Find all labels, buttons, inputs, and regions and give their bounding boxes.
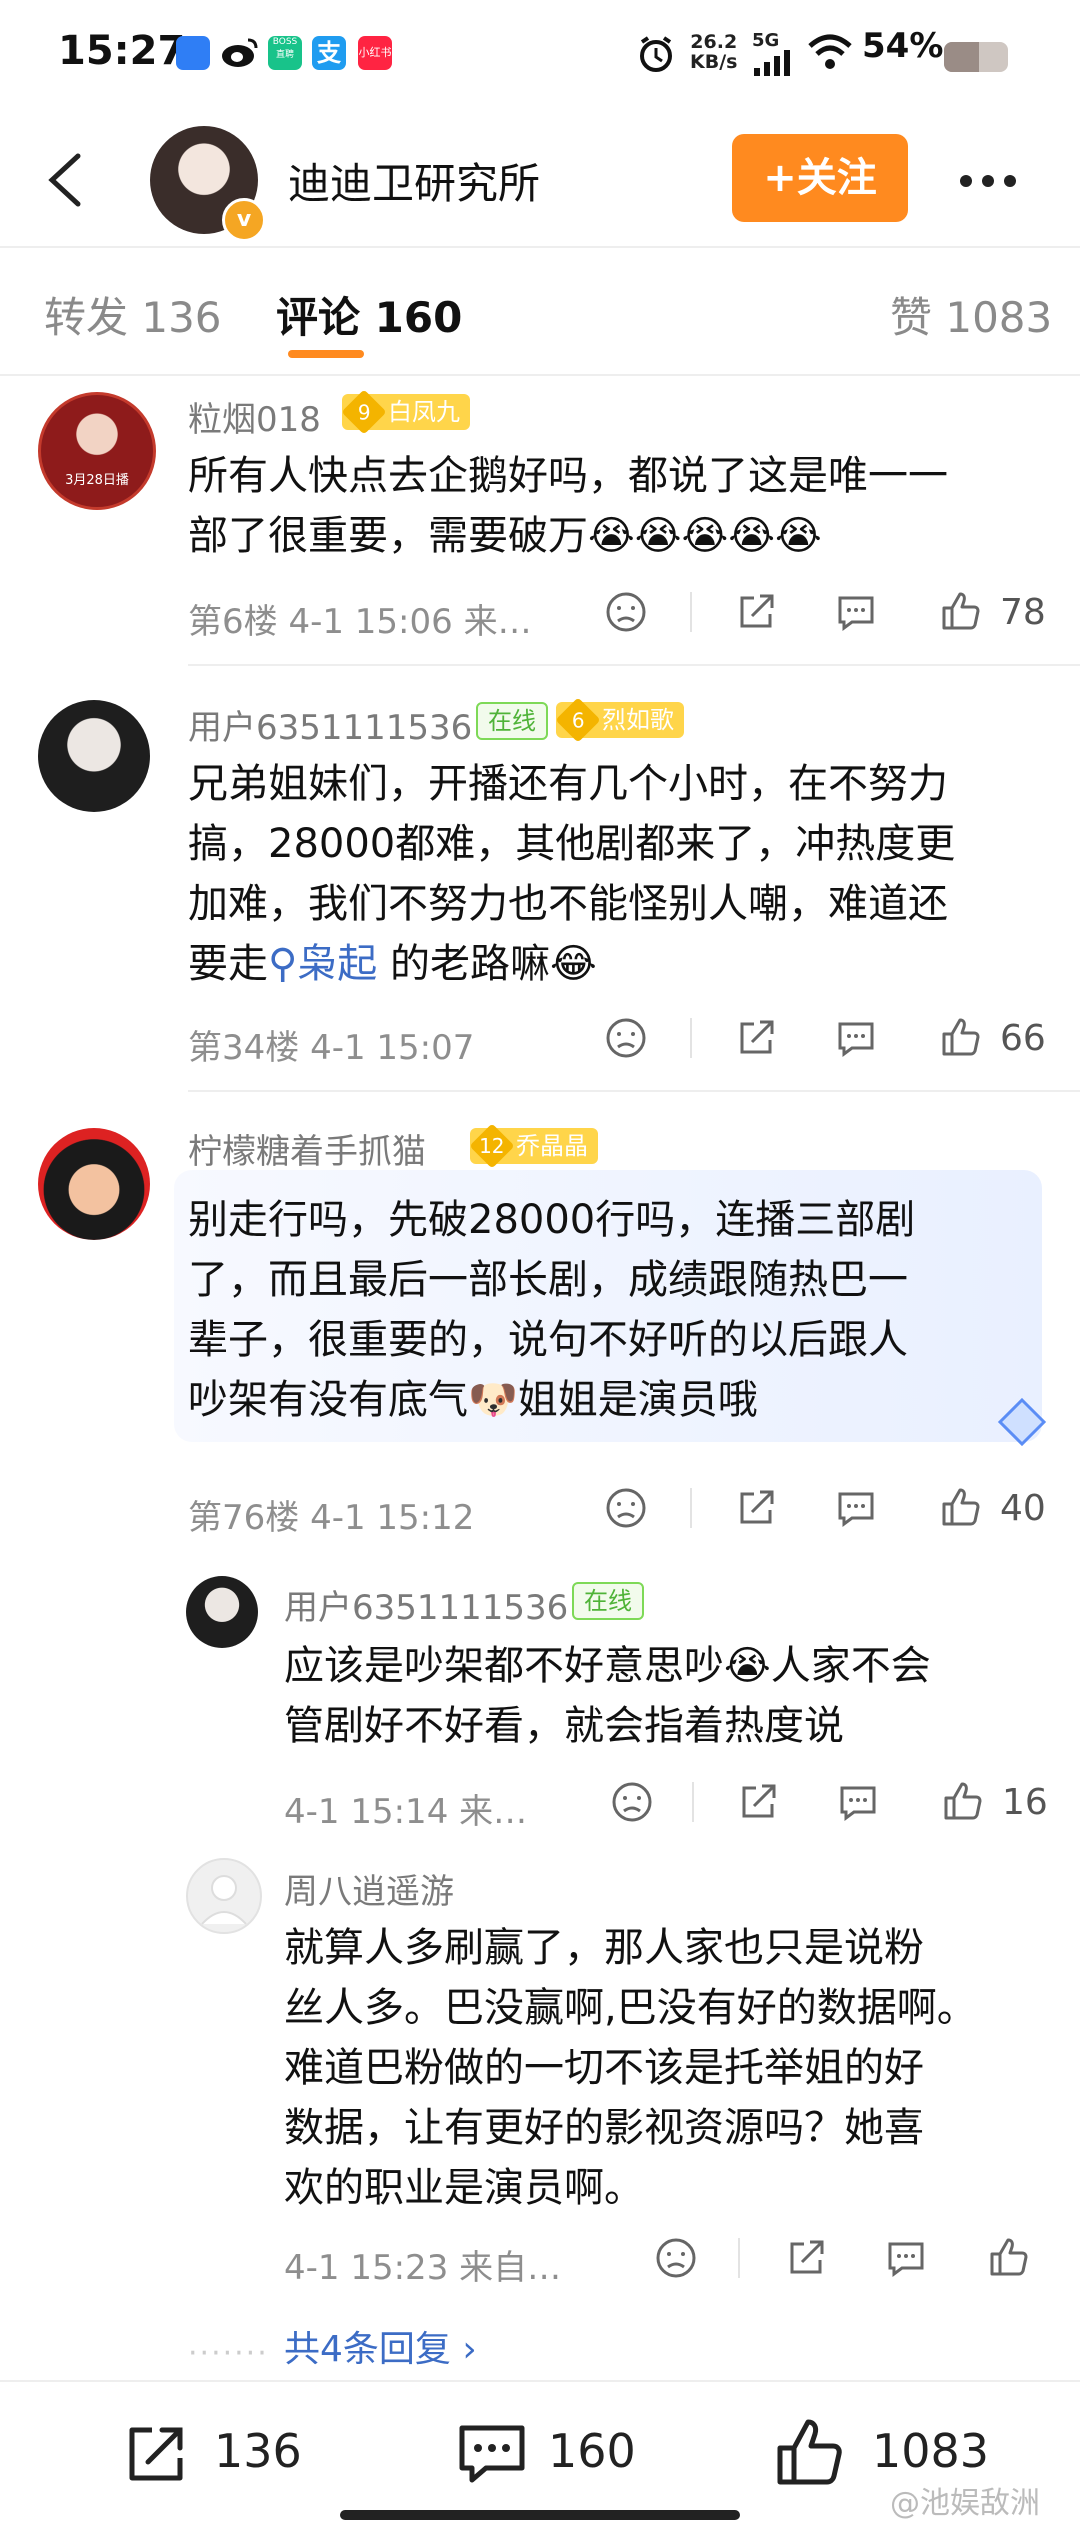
boss-zhipin-icon: BOSS 直聘 <box>268 36 302 70</box>
like-count: 16 <box>1002 1782 1048 1823</box>
comment-divider <box>188 664 1080 666</box>
reply-meta: 4-1 15:14 来… <box>284 1792 528 1832</box>
comment-username[interactable]: 柠檬糖着手抓猫 <box>188 1124 426 1173</box>
dislike-icon[interactable] <box>654 2236 698 2280</box>
battery-icon <box>944 42 1008 72</box>
view-more-replies-link[interactable]: 共4条回复 › <box>284 2320 477 2372</box>
comment-meta: 第6楼 4-1 15:06 来… <box>188 602 532 642</box>
status-time: 15:27 <box>58 28 186 74</box>
header-divider <box>0 246 1080 248</box>
like-icon[interactable] <box>938 588 982 632</box>
reply-icon[interactable] <box>834 1016 878 1060</box>
like-count: 40 <box>1000 1488 1046 1529</box>
share-icon[interactable] <box>734 1486 778 1530</box>
status-bar: 15:27 BOSS 直聘 支 小红书 26.2 KB/s 5G 54% <box>0 0 1080 110</box>
share-icon[interactable] <box>734 1016 778 1060</box>
home-indicator[interactable] <box>340 2510 740 2520</box>
comment-username[interactable]: 用户6351111536 <box>188 700 472 749</box>
share-icon[interactable] <box>736 1780 780 1824</box>
like-icon[interactable] <box>938 1014 982 1058</box>
comment-icon[interactable] <box>454 2418 530 2490</box>
like-count-total[interactable]: 1083 <box>872 2424 989 2478</box>
battery-fill <box>944 42 979 72</box>
comment-meta: 第34楼 4-1 15:07 <box>188 1028 475 1068</box>
like-icon[interactable] <box>940 1778 984 1822</box>
wifi-icon <box>806 32 854 72</box>
more-options-icon[interactable] <box>960 172 1026 191</box>
thread-line: ······· <box>188 2336 269 2371</box>
online-badge: 在线 <box>572 1582 644 1620</box>
dislike-icon[interactable] <box>604 590 648 634</box>
tab-likes[interactable]: 赞 1083 <box>890 284 1052 345</box>
action-separator <box>690 1488 692 1528</box>
repost-icon[interactable] <box>120 2418 192 2490</box>
dislike-icon[interactable] <box>604 1486 648 1530</box>
reply-avatar[interactable] <box>186 1576 258 1648</box>
fan-level-badge: 6 烈如歌 <box>555 697 684 743</box>
action-separator <box>690 1018 692 1058</box>
tab-reposts[interactable]: 转发 136 <box>44 284 222 345</box>
net-speed: 26.2 KB/s <box>690 31 738 73</box>
zhi-app-icon: 支 <box>312 36 346 70</box>
like-icon[interactable] <box>986 2234 1030 2278</box>
verified-badge-icon: v <box>222 198 266 242</box>
reply-icon[interactable] <box>834 590 878 634</box>
signal-icon <box>752 50 796 76</box>
diamond-icon <box>996 1396 1048 1448</box>
reply-username[interactable]: 用户6351111536 <box>284 1580 568 1629</box>
like-count: 66 <box>1000 1018 1046 1059</box>
box-app-icon <box>176 36 210 70</box>
account-name[interactable]: 迪迪卫研究所 <box>288 150 540 211</box>
search-icon: ⚲ <box>268 941 298 987</box>
topic-link[interactable]: ⚲枭起 <box>268 941 377 987</box>
xiaohongshu-icon: 小红书 <box>358 36 392 70</box>
tabs-divider <box>0 374 1080 376</box>
comment-text: 别走行吗，先破28000行吗，连播三部剧 了，而且最后一部长剧，成绩跟随热巴一 … <box>188 1197 916 1423</box>
reply-meta: 4-1 15:23 来自… <box>284 2248 562 2288</box>
like-icon[interactable] <box>938 1484 982 1528</box>
share-icon[interactable] <box>734 590 778 634</box>
comment-avatar[interactable] <box>38 700 150 812</box>
dislike-icon[interactable] <box>610 1780 654 1824</box>
comment-divider <box>188 1090 1080 1092</box>
reply-username[interactable]: 周八逍遥游 <box>284 1864 454 1913</box>
action-separator <box>692 1782 694 1822</box>
alarm-icon <box>636 34 676 74</box>
comment-text: 兄弟姐妹们，开播还有几个小时，在不努力 搞，28000都难，其他剧都来了，冲热度… <box>188 761 956 987</box>
comment-count[interactable]: 160 <box>548 2424 636 2478</box>
comment-meta: 第76楼 4-1 15:12 <box>188 1498 475 1538</box>
weibo-icon <box>220 34 260 70</box>
share-icon[interactable] <box>784 2236 828 2280</box>
action-separator <box>690 592 692 632</box>
active-tab-indicator <box>288 350 364 358</box>
dislike-icon[interactable] <box>604 1016 648 1060</box>
reply-text: 就算人多刷赢了，那人家也只是说粉 丝人多。巴没赢啊,巴没有好的数据啊。 难道巴粉… <box>284 1925 977 2211</box>
comment-text: 所有人快点去企鹅好吗，都说了这是唯一一 部了很重要，需要破万😭😭😭😭😭 <box>188 453 948 559</box>
online-badge: 在线 <box>476 702 548 740</box>
network-type: 5G <box>752 30 780 51</box>
like-count: 78 <box>1000 592 1046 633</box>
avatar-caption: 3月28日播 <box>65 473 129 488</box>
repost-count[interactable]: 136 <box>214 2424 302 2478</box>
reply-text: 应该是吵架都不好意思吵😭人家不会 管剧好不好看，就会指着热度说 <box>284 1643 931 1749</box>
watermark: @池娱敌洲 <box>890 2486 1040 2521</box>
reply-avatar[interactable] <box>186 1858 262 1934</box>
action-separator <box>738 2238 740 2278</box>
comment-username[interactable]: 粒烟018 <box>188 392 321 441</box>
reply-icon[interactable] <box>836 1780 880 1824</box>
follow-button[interactable]: +关注 <box>732 134 908 222</box>
fan-level-badge: 12 乔晶晶 <box>469 1123 598 1169</box>
reply-icon[interactable] <box>834 1486 878 1530</box>
fan-level-badge: 9 白凤九 <box>341 389 470 435</box>
comment-avatar[interactable] <box>38 1128 150 1240</box>
back-button[interactable] <box>40 150 90 210</box>
reply-icon[interactable] <box>884 2236 928 2280</box>
battery-percent: 54% <box>862 26 944 66</box>
like-icon[interactable] <box>772 2414 848 2490</box>
tab-comments[interactable]: 评论 160 <box>276 284 462 345</box>
comment-avatar[interactable]: 3月28日播 <box>38 392 156 510</box>
